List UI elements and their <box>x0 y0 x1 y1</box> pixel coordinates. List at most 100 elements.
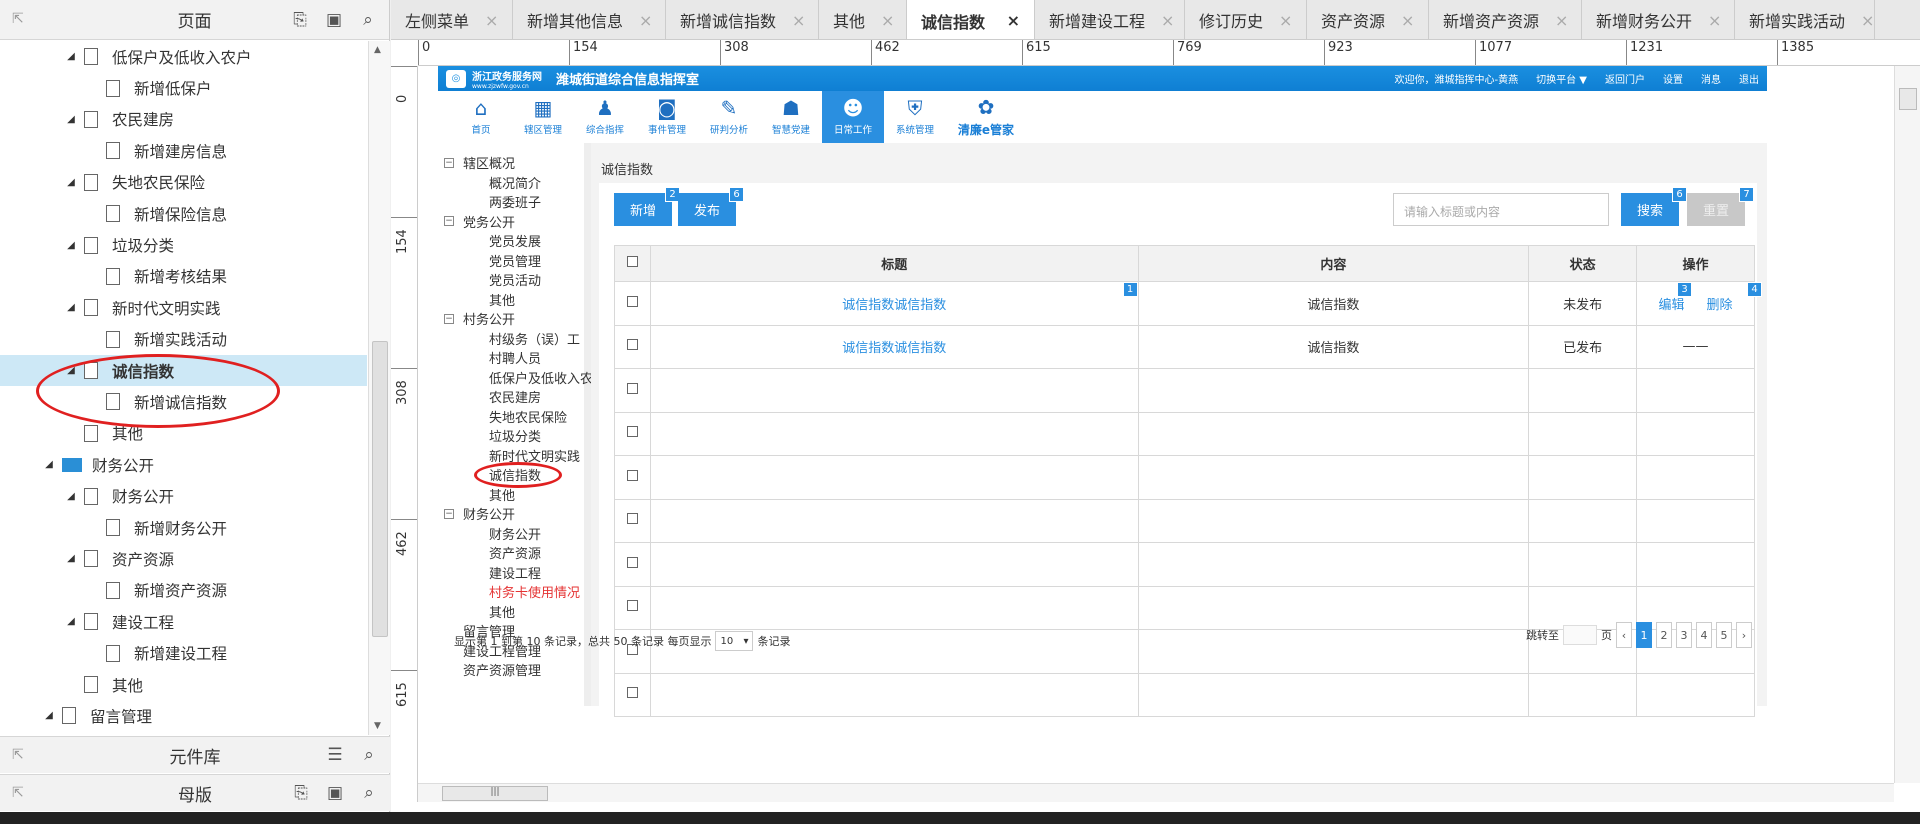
tree-item[interactable]: ◢ 农民建房 <box>0 104 367 135</box>
search-icon[interactable]: ⌕ <box>358 744 380 766</box>
reset-button[interactable]: 重置 <box>1687 193 1745 226</box>
sidebar-item[interactable]: 其他 <box>444 602 584 622</box>
tree-item[interactable]: 新增财务公开 <box>0 512 367 543</box>
tree-scrollbar[interactable]: ▲ ▼ <box>368 41 390 735</box>
row-checkbox[interactable] <box>626 382 638 394</box>
page-button[interactable]: 3 <box>1676 622 1692 648</box>
expand-toggle-icon[interactable]: ◢ <box>64 491 78 502</box>
sidebar-group[interactable]: − 财务公开 <box>444 504 584 524</box>
tree-item[interactable]: ◢ 建设工程 <box>0 606 367 637</box>
page-button[interactable]: 1 <box>1636 622 1652 648</box>
title-cell[interactable]: 诚信指数诚信指数 <box>649 324 1139 369</box>
sidebar-item[interactable]: 村级务（误）工 <box>444 329 584 349</box>
tab-6[interactable]: 修订历史 × <box>1185 0 1307 39</box>
scroll-thumb[interactable]: ||| <box>442 786 548 801</box>
tree-item[interactable]: 新增建设工程 <box>0 637 367 668</box>
nav-item[interactable]: ☗ 智慧党建 <box>760 91 822 143</box>
close-icon[interactable]: × <box>1263 11 1292 30</box>
tree-item[interactable]: ◢ 失地农民保险 <box>0 167 367 198</box>
collapse-icon[interactable]: − <box>444 216 454 227</box>
per-page-select[interactable]: 10 ▾ <box>715 631 754 651</box>
tab-10[interactable]: 新增实践活动 × <box>1735 0 1875 39</box>
pin-icon[interactable]: ⇱ <box>12 747 24 763</box>
sidebar-group[interactable]: − 村务公开 <box>444 309 584 329</box>
tab-0[interactable]: 左侧菜单 × <box>391 0 513 39</box>
edit-link[interactable]: 编辑 <box>1659 298 1685 313</box>
sidebar-root-item[interactable]: 资产资源管理 <box>444 660 584 680</box>
close-icon[interactable]: × <box>991 11 1020 30</box>
tree-item[interactable]: 新增建房信息 <box>0 135 367 166</box>
canvas-horizontal-scrollbar[interactable]: ||| <box>418 783 1894 802</box>
nav-item[interactable]: ⌂ 首页 <box>450 91 512 143</box>
add-master-icon[interactable]: ⎘ <box>290 782 312 804</box>
tree-item[interactable]: ◢ 新时代文明实践 <box>0 292 367 323</box>
tab-8[interactable]: 新增资产资源 × <box>1429 0 1582 39</box>
expand-toggle-icon[interactable]: ◢ <box>42 710 56 721</box>
header-action[interactable]: 消息 <box>1701 71 1721 86</box>
add-button[interactable]: 新增 <box>614 193 672 226</box>
row-checkbox[interactable] <box>626 469 638 481</box>
nav-item[interactable]: ♟ 综合指挥 <box>574 91 636 143</box>
close-icon[interactable]: × <box>1692 11 1721 30</box>
search-icon[interactable]: ⌕ <box>358 782 380 804</box>
select-all-checkbox[interactable] <box>626 256 638 267</box>
tree-item[interactable]: ◢ 财务公开 <box>0 480 367 511</box>
sidebar-item[interactable]: 两委班子 <box>444 192 584 212</box>
tab-2[interactable]: 新增诚信指数 × <box>666 0 819 39</box>
header-action[interactable]: 退出 <box>1739 71 1759 86</box>
tab-4[interactable]: 诚信指数 × <box>907 0 1035 39</box>
search-input[interactable]: 请输入标题或内容 <box>1393 193 1609 226</box>
publish-button[interactable]: 发布 <box>678 193 736 226</box>
tab-1[interactable]: 新增其他信息 × <box>513 0 666 39</box>
sidebar-item[interactable]: 村务卡使用情况 <box>444 582 584 602</box>
tree-item[interactable]: ◢ 垃圾分类 <box>0 229 367 260</box>
close-icon[interactable]: × <box>469 11 498 30</box>
header-action[interactable]: 切换平台 ▼ <box>1536 71 1587 86</box>
sidebar-group[interactable]: − 辖区概况 <box>444 153 584 173</box>
add-folder-icon[interactable]: ▣ <box>323 9 345 31</box>
page-button[interactable]: 5 <box>1716 622 1732 648</box>
add-page-icon[interactable]: ⎘ <box>289 9 311 31</box>
page-button[interactable]: 2 <box>1656 622 1672 648</box>
close-icon[interactable]: × <box>1539 11 1568 30</box>
sidebar-item[interactable]: 党员活动 <box>444 270 584 290</box>
close-icon[interactable]: × <box>1145 11 1174 30</box>
collapse-icon[interactable]: − <box>444 313 454 324</box>
sidebar-item[interactable]: 资产资源 <box>444 543 584 563</box>
row-checkbox[interactable] <box>626 687 638 699</box>
scroll-up-icon[interactable]: ▲ <box>374 45 381 55</box>
sidebar-item[interactable]: 建设工程 <box>444 563 584 583</box>
sidebar-item[interactable]: 低保户及低收入农户 <box>444 368 606 388</box>
expand-toggle-icon[interactable]: ◢ <box>64 240 78 251</box>
search-button[interactable]: 搜索 <box>1621 193 1679 226</box>
scroll-down-icon[interactable]: ▼ <box>374 721 381 731</box>
row-checkbox[interactable] <box>626 295 638 307</box>
masters-panel-header[interactable]: ⇱ 母版 ⎘ ▣ ⌕ <box>0 774 390 811</box>
sidebar-item[interactable]: 失地农民保险 <box>444 407 584 427</box>
row-checkbox[interactable] <box>626 426 638 438</box>
scroll-thumb[interactable] <box>372 341 388 637</box>
close-icon[interactable]: × <box>865 11 894 30</box>
tree-item[interactable]: 新增低保户 <box>0 72 367 103</box>
row-checkbox[interactable] <box>626 339 638 351</box>
sidebar-item[interactable]: 其他 <box>444 290 584 310</box>
sidebar-item[interactable]: 概况简介 <box>444 173 584 193</box>
sidebar-item[interactable]: 其他 <box>444 485 584 505</box>
tree-item[interactable]: ◢ 财务公开 <box>0 449 367 480</box>
page-button[interactable]: 4 <box>1696 622 1712 648</box>
row-checkbox[interactable] <box>626 556 638 568</box>
close-icon[interactable]: × <box>623 11 652 30</box>
sidebar-item[interactable]: 财务公开 <box>444 524 584 544</box>
header-action[interactable]: 设置 <box>1663 71 1683 86</box>
title-cell[interactable]: 诚信指数诚信指数 1 <box>649 281 1139 326</box>
nav-item[interactable]: ⛨ 系统管理 <box>884 91 946 143</box>
sidebar-item[interactable]: 诚信指数 <box>444 462 584 488</box>
close-icon[interactable]: × <box>1385 11 1414 30</box>
components-panel-header[interactable]: ⇱ 元件库 ☰ ⌕ <box>0 736 390 773</box>
sidebar-item[interactable]: 党员发展 <box>444 231 584 251</box>
nav-item[interactable]: ✎ 研判分析 <box>698 91 760 143</box>
close-icon[interactable]: × <box>1845 11 1874 30</box>
tree-item[interactable]: 新增保险信息 <box>0 198 367 229</box>
tree-item[interactable]: ◢ 低保户及低收入农户 <box>0 41 367 72</box>
pin-icon[interactable]: ⇱ <box>12 785 24 801</box>
